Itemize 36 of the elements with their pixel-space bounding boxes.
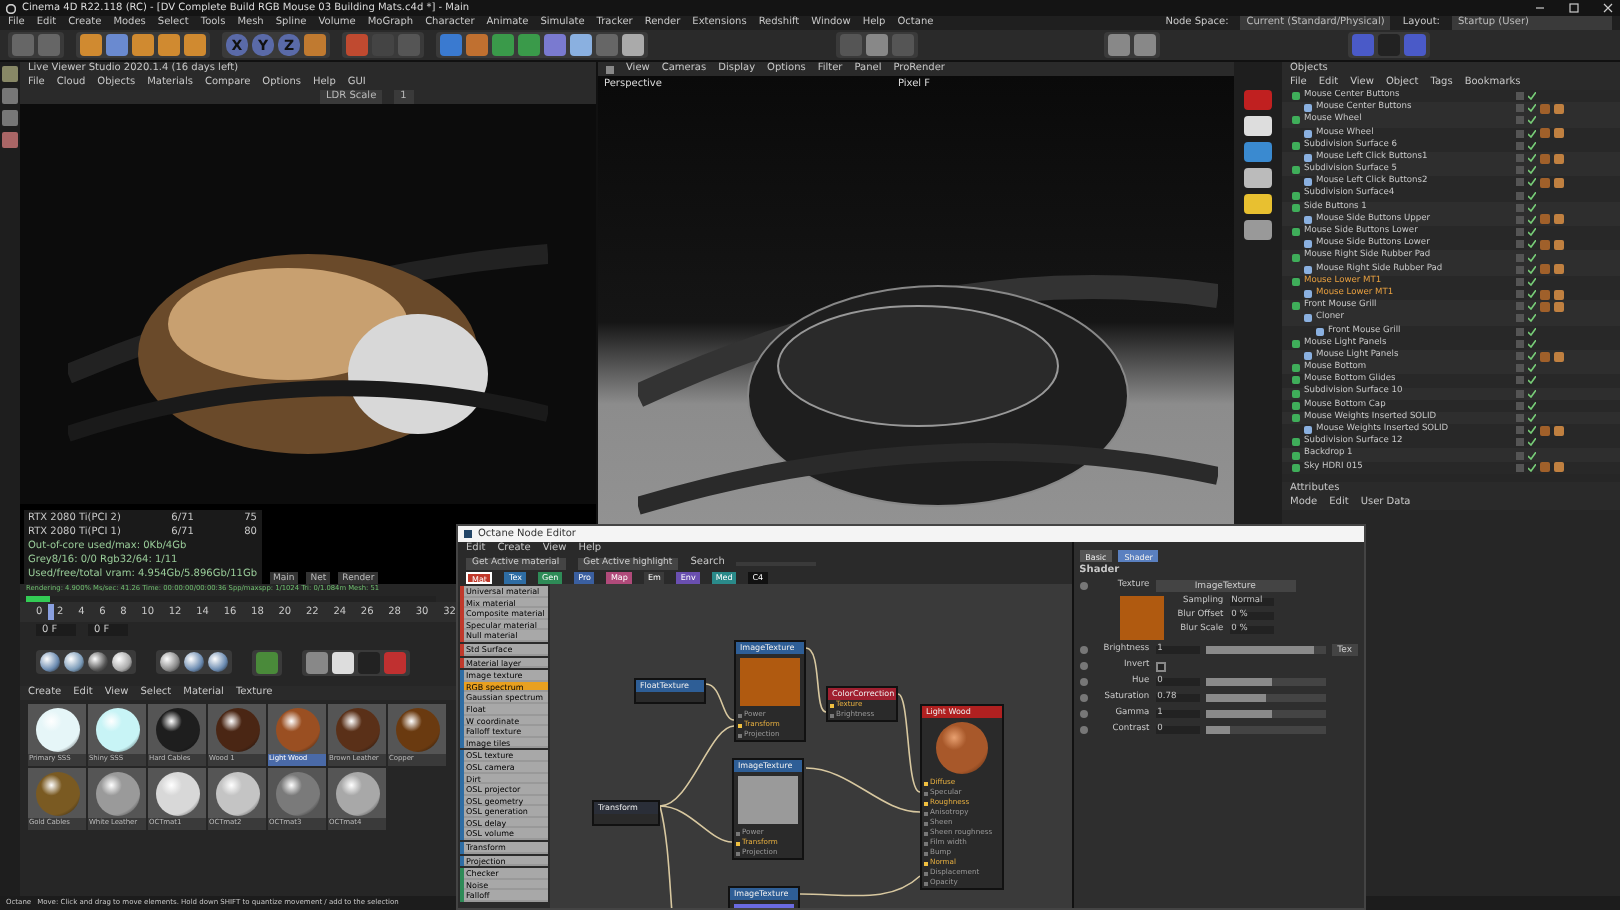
- slider[interactable]: [1205, 678, 1326, 686]
- checkbox[interactable]: [1155, 661, 1166, 671]
- node-wire: [705, 683, 735, 721]
- null-object-icon: [1292, 339, 1300, 348]
- maximize-icon[interactable]: [1568, 2, 1580, 14]
- null-object-icon: [1292, 166, 1300, 175]
- node-wire: [805, 647, 827, 713]
- close-icon[interactable]: [1602, 2, 1614, 14]
- radio-icon: [1079, 582, 1088, 590]
- mesh-icon: [1304, 352, 1312, 361]
- null-object-icon: [1292, 92, 1300, 101]
- texture-swatch: [1119, 596, 1164, 640]
- null-object-icon: [1292, 141, 1300, 150]
- window-icon: [464, 530, 472, 538]
- null-object-icon: [1292, 116, 1300, 125]
- null-object-icon: [1292, 277, 1300, 286]
- null-object-icon: [1292, 228, 1300, 237]
- mesh-icon: [1304, 265, 1312, 274]
- mesh-icon: [1304, 240, 1312, 249]
- slider[interactable]: [1205, 694, 1326, 702]
- mesh-icon: [1304, 290, 1312, 299]
- app-logo-icon: [6, 3, 16, 13]
- null-object-icon: [1292, 253, 1300, 262]
- mesh-icon: [1304, 215, 1312, 224]
- panel-icon: [606, 65, 614, 73]
- playhead[interactable]: [48, 604, 55, 620]
- checker-sphere-icon[interactable]: [112, 652, 132, 672]
- mesh-icon: [1304, 104, 1312, 113]
- null-object-icon: [1292, 302, 1300, 311]
- mesh-icon: [1304, 154, 1312, 163]
- mesh-icon: [1304, 178, 1312, 187]
- slider[interactable]: [1205, 710, 1326, 718]
- mesh-icon: [1304, 426, 1312, 435]
- node-wire: [799, 875, 921, 897]
- minimize-icon[interactable]: [1534, 2, 1546, 14]
- mesh-icon: [1304, 129, 1312, 138]
